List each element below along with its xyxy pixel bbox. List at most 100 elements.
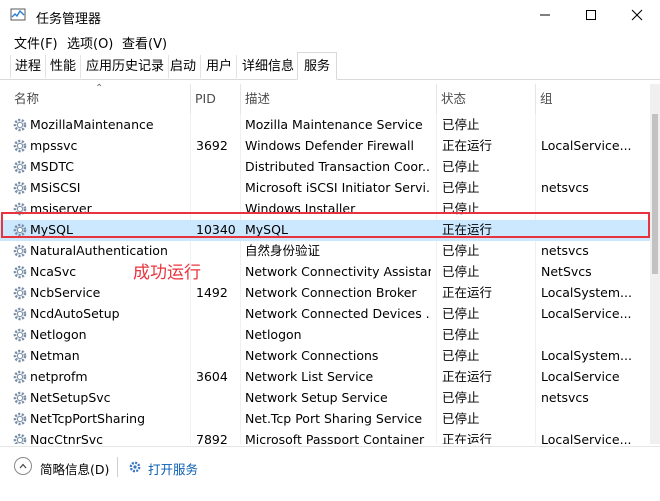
service-description: Mozilla Maintenance Service — [245, 117, 423, 132]
minimize-button[interactable] — [522, 0, 568, 30]
column-desc-label: 描述 — [245, 91, 271, 106]
service-status: 正在运行 — [442, 432, 493, 444]
footer: 简略信息(D) 打开服务 — [0, 446, 660, 501]
service-row[interactable]: MSiSCSI Microsoft iSCSI Initiator Servi..… — [0, 178, 650, 199]
service-name: mpssvc — [30, 138, 78, 153]
service-pid: 3692 — [196, 138, 228, 153]
service-group — [541, 325, 650, 346]
service-gear-icon — [13, 160, 27, 174]
service-status: 已停止 — [442, 180, 480, 195]
service-gear-icon — [13, 265, 27, 279]
column-status[interactable]: 状态 — [436, 84, 535, 114]
close-icon — [631, 9, 643, 21]
services-list: MozillaMaintenance Mozilla Maintenance Se… — [0, 114, 650, 444]
service-group — [541, 115, 650, 136]
scrollbar[interactable] — [650, 84, 660, 444]
service-gear-icon — [13, 328, 27, 342]
service-gear-icon — [13, 307, 27, 321]
service-pid — [196, 262, 240, 283]
title-bar: 任务管理器 — [0, 0, 660, 30]
tab-users[interactable]: 用户 — [202, 55, 238, 78]
service-name: NcdAutoSetup — [30, 306, 120, 321]
service-status: 已停止 — [442, 348, 480, 363]
service-status: 正在运行 — [442, 138, 493, 153]
menu-options[interactable]: 选项(O) — [67, 33, 113, 52]
tab-startup[interactable]: 启动 — [166, 55, 202, 78]
tab-performance[interactable]: 性能 — [46, 55, 82, 78]
service-pid — [196, 157, 240, 178]
service-pid — [196, 304, 240, 325]
service-description: Network Connections — [245, 348, 379, 363]
service-name: MSiSCSI — [30, 180, 81, 195]
service-group: LocalService... — [541, 138, 632, 153]
column-name[interactable]: ⌃ 名称 — [0, 83, 190, 114]
footer-divider — [117, 457, 118, 477]
menu-bar: 文件(F) 选项(O) 查看(V) — [0, 30, 660, 52]
service-group: LocalService... — [541, 432, 632, 444]
service-description: Network Connectivity Assistant — [245, 264, 431, 279]
service-status: 正在运行 — [442, 369, 493, 384]
service-row[interactable]: MSDTC Distributed Transaction Coor... 已停止 — [0, 157, 650, 178]
column-group[interactable]: 组 — [535, 84, 650, 114]
service-description: Distributed Transaction Coor... — [245, 159, 431, 174]
task-manager-icon — [10, 8, 26, 21]
service-status: 已停止 — [442, 306, 480, 321]
service-row[interactable]: MozillaMaintenance Mozilla Maintenance Se… — [0, 115, 650, 136]
maximize-button[interactable] — [568, 0, 614, 30]
close-button[interactable] — [614, 0, 660, 30]
minimize-icon — [540, 14, 550, 16]
menu-file[interactable]: 文件(F) — [14, 33, 58, 52]
service-description: Network Connected Devices ... — [245, 306, 431, 321]
tab-services[interactable]: 服务 — [297, 52, 338, 80]
service-description: Net.Tcp Port Sharing Service — [245, 411, 423, 426]
service-name: MSDTC — [30, 159, 74, 174]
service-gear-icon — [13, 433, 27, 444]
service-group — [541, 157, 650, 178]
service-group: netsvcs — [541, 390, 589, 405]
service-pid: 3604 — [196, 369, 228, 384]
service-name: NetSetupSvc — [30, 390, 111, 405]
service-row[interactable]: Netman Network Connections 已停止 LocalSystem.… — [0, 346, 650, 367]
service-gear-icon — [13, 286, 27, 300]
service-name: NetTcpPortSharing — [30, 411, 146, 426]
service-row[interactable]: NetSetupSvc Network Setup Service 已停止 netsv… — [0, 388, 650, 409]
service-row[interactable]: NgcCtnrSvc 7892 Microsoft Passport Contain… — [0, 430, 650, 444]
service-pid: 7892 — [196, 432, 228, 444]
column-description[interactable]: 描述 — [240, 84, 436, 114]
service-group: LocalService — [541, 369, 620, 384]
tab-processes[interactable]: 进程 — [10, 55, 47, 78]
service-gear-icon — [13, 244, 27, 258]
service-gear-icon — [13, 391, 27, 405]
column-status-label: 状态 — [441, 91, 467, 106]
service-status: 已停止 — [442, 327, 480, 342]
annotation-label: 成功运行 — [133, 263, 201, 283]
service-pid: 1492 — [196, 285, 228, 300]
service-row[interactable]: NaturalAuthentication 自然身份验证 已停止 netsvcs — [0, 241, 650, 262]
fewer-details-link[interactable]: 简略信息(D) — [40, 459, 109, 478]
service-row[interactable]: NcbService 1492 Network Connection Broker 正… — [0, 283, 650, 304]
service-row[interactable]: Netlogon Netlogon 已停止 — [0, 325, 650, 346]
service-gear-icon — [13, 181, 27, 195]
service-gear-icon — [13, 412, 27, 426]
open-services-link[interactable]: 打开服务 — [148, 459, 198, 478]
service-row[interactable]: NetTcpPortSharing Net.Tcp Port Sharing Se… — [0, 409, 650, 430]
maximize-icon — [586, 10, 596, 20]
service-status: 已停止 — [442, 390, 480, 405]
tab-details[interactable]: 详细信息 — [238, 55, 300, 78]
service-description: Network Connection Broker — [245, 285, 417, 300]
scrollbar-thumb[interactable] — [652, 114, 658, 274]
service-row[interactable]: mpssvc 3692 Windows Defender Firewall 正在运行 L… — [0, 136, 650, 157]
service-row[interactable]: NcdAutoSetup Network Connected Devices ..… — [0, 304, 650, 325]
menu-view[interactable]: 查看(V) — [122, 33, 167, 52]
service-group: netsvcs — [541, 180, 589, 195]
service-gear-icon — [13, 118, 27, 132]
service-name: NgcCtnrSvc — [30, 432, 104, 444]
fewer-details-button[interactable] — [14, 457, 32, 475]
column-pid[interactable]: PID — [190, 84, 240, 114]
service-group: LocalService... — [541, 306, 632, 321]
service-name: MozillaMaintenance — [30, 117, 154, 132]
service-pid — [196, 178, 240, 199]
service-row[interactable]: netprofm 3604 Network List Service 正在运行 Loca… — [0, 367, 650, 388]
service-description: Network List Service — [245, 369, 374, 384]
service-row[interactable]: NcaSvc Network Connectivity Assistant 已停止 N… — [0, 262, 650, 283]
